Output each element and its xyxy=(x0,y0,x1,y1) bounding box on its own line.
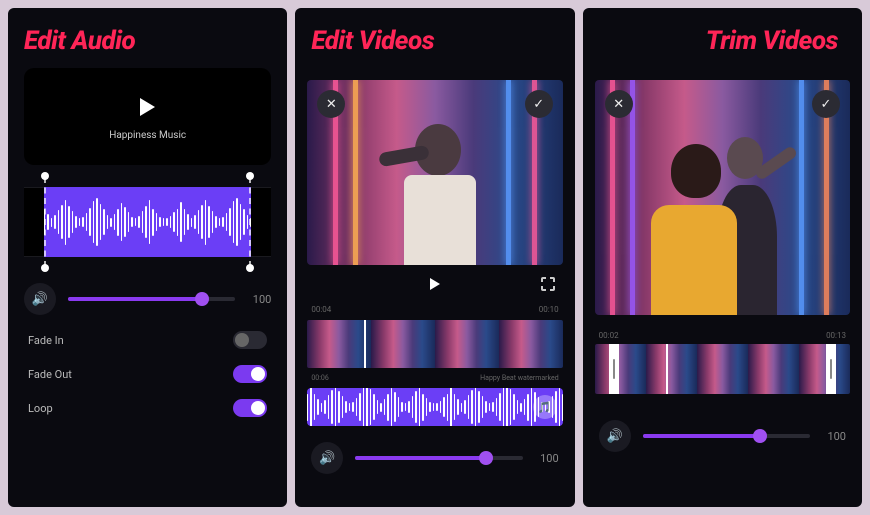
screen-title: Edit Videos xyxy=(295,8,574,68)
fade-out-toggle[interactable] xyxy=(233,365,267,383)
volume-slider[interactable] xyxy=(68,297,235,301)
volume-row: 🔊 100 xyxy=(295,442,574,474)
audio-name: Happy Beat watermarked xyxy=(480,374,558,382)
loop-row: Loop xyxy=(8,399,287,417)
screen-edit-videos: Edit Videos ✕ ✓ 00:04 00:10 00:06 xyxy=(295,8,574,507)
confirm-icon[interactable]: ✓ xyxy=(812,90,840,118)
trim-handle-left[interactable] xyxy=(609,344,619,394)
time-end: 00:10 xyxy=(539,305,559,314)
trim-handle-right[interactable] xyxy=(249,177,251,267)
volume-row: 🔊 100 xyxy=(583,420,862,452)
fade-in-row: Fade In xyxy=(8,331,287,349)
video-timeline[interactable] xyxy=(307,320,562,368)
audio-menu-icon[interactable]: 🎵 xyxy=(533,395,557,419)
screen-trim-videos: Trim Videos ✕ ✓ 00:02 00:13 🔊 xyxy=(583,8,862,507)
screen-edit-audio: Edit Audio Happiness Music 🔊 100 Fade In… xyxy=(8,8,287,507)
fade-out-label: Fade Out xyxy=(28,368,72,381)
volume-icon[interactable]: 🔊 xyxy=(24,283,56,315)
volume-value: 100 xyxy=(535,452,559,465)
trim-handle-right[interactable] xyxy=(826,344,836,394)
play-icon[interactable] xyxy=(430,278,440,290)
volume-icon[interactable]: 🔊 xyxy=(599,420,631,452)
playhead-time: 00:06 xyxy=(311,374,328,382)
play-icon[interactable] xyxy=(140,98,155,116)
waveform-track[interactable] xyxy=(24,187,271,257)
fade-out-row: Fade Out xyxy=(8,365,287,383)
close-icon[interactable]: ✕ xyxy=(605,90,633,118)
playback-controls xyxy=(295,265,574,303)
time-start: 00:04 xyxy=(311,305,331,314)
volume-slider[interactable] xyxy=(643,434,810,438)
trim-timeline[interactable] xyxy=(595,344,850,394)
loop-label: Loop xyxy=(28,402,53,415)
fullscreen-icon[interactable] xyxy=(541,277,555,291)
timeline-times: 00:02 00:13 xyxy=(583,329,862,342)
volume-slider[interactable] xyxy=(355,456,522,460)
audio-preview-card: Happiness Music xyxy=(24,68,271,165)
loop-toggle[interactable] xyxy=(233,399,267,417)
volume-row: 🔊 100 xyxy=(8,283,287,315)
confirm-icon[interactable]: ✓ xyxy=(525,90,553,118)
volume-icon[interactable]: 🔊 xyxy=(311,442,343,474)
time-end: 00:13 xyxy=(826,331,846,340)
video-preview xyxy=(595,80,850,315)
screen-title: Trim Videos xyxy=(583,8,862,68)
volume-value: 100 xyxy=(247,293,271,306)
fade-in-toggle[interactable] xyxy=(233,331,267,349)
screen-title: Edit Audio xyxy=(8,8,287,68)
trim-handle-left[interactable] xyxy=(44,177,46,267)
time-start: 00:02 xyxy=(599,331,619,340)
track-name: Happiness Music xyxy=(109,130,186,141)
video-preview xyxy=(307,80,562,265)
volume-value: 100 xyxy=(822,430,846,443)
timeline-times: 00:04 00:10 xyxy=(295,303,574,316)
fade-in-label: Fade In xyxy=(28,334,64,347)
